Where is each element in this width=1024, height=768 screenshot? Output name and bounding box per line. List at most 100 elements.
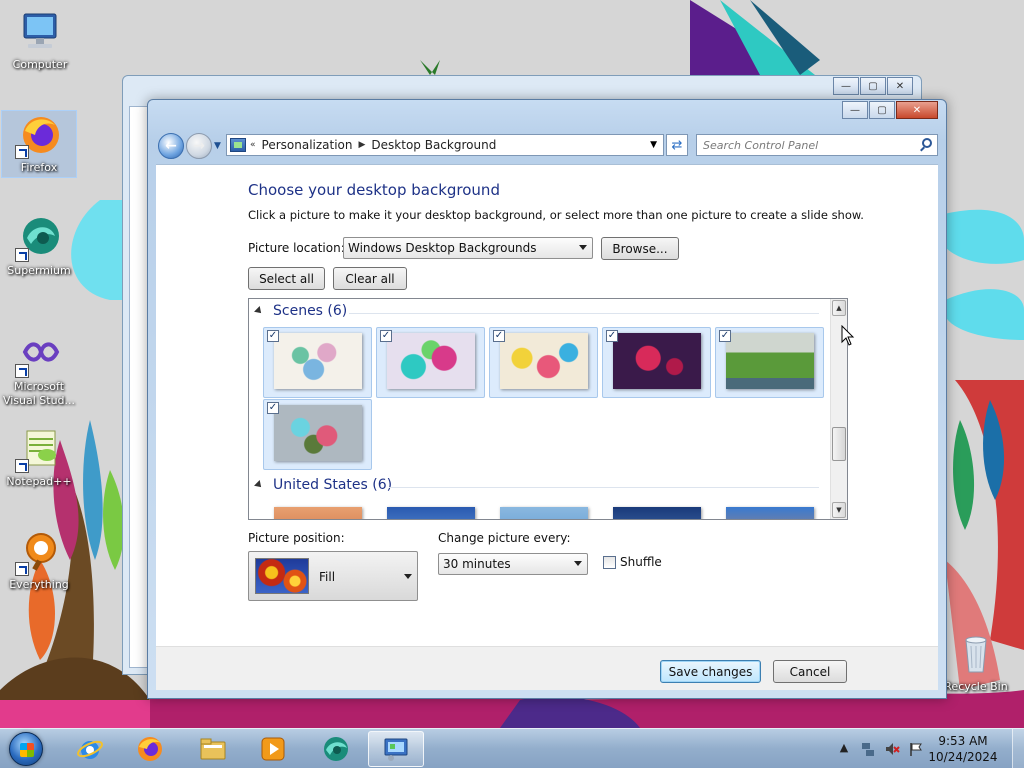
select-checkbox[interactable]: ✓ bbox=[493, 330, 505, 342]
select-checkbox[interactable]: ✓ bbox=[267, 330, 279, 342]
desktop-background-window[interactable]: — ▢ ✕ ← → ▼ « Personalization ▶ Desktop … bbox=[147, 99, 947, 699]
desktop-icon-supermium[interactable]: Supermium bbox=[1, 214, 77, 278]
clock-time: 9:53 AM bbox=[938, 734, 988, 748]
desktop-icon-recycle-bin[interactable]: Recycle Bin bbox=[938, 630, 1014, 694]
wallpaper-thumbnail[interactable] bbox=[715, 501, 824, 519]
checkbox-box[interactable] bbox=[603, 555, 616, 569]
recent-pages-dropdown[interactable]: ▼ bbox=[214, 141, 221, 151]
group-header-scenes[interactable]: Scenes (6) bbox=[254, 303, 347, 319]
collapse-icon[interactable] bbox=[254, 306, 264, 316]
breadcrumb-personalization[interactable]: Personalization bbox=[262, 138, 353, 152]
wallpaper-thumbnail[interactable] bbox=[489, 501, 598, 519]
group-header-united-states[interactable]: United States (6) bbox=[254, 477, 393, 493]
shuffle-checkbox[interactable]: Shuffle bbox=[603, 555, 662, 569]
picture-location-dropdown[interactable]: Windows Desktop Backgrounds bbox=[343, 237, 593, 259]
mouse-cursor-icon bbox=[841, 325, 855, 346]
thumbnail-image bbox=[726, 507, 814, 519]
breadcrumb-separator[interactable]: ▶ bbox=[359, 140, 366, 150]
forward-button[interactable]: → bbox=[186, 133, 212, 159]
select-checkbox[interactable]: ✓ bbox=[267, 402, 279, 414]
desktop-icon-firefox[interactable]: Firefox bbox=[1, 110, 77, 178]
wallpaper-thumbnail[interactable]: ✓ bbox=[263, 327, 372, 398]
change-picture-dropdown[interactable]: 30 minutes bbox=[438, 553, 588, 575]
scroll-up-button[interactable]: ▲ bbox=[832, 300, 846, 316]
select-checkbox[interactable]: ✓ bbox=[380, 330, 392, 342]
maximize-button[interactable]: ▢ bbox=[860, 77, 886, 95]
search-icon[interactable] bbox=[922, 138, 932, 148]
firefox-icon bbox=[138, 737, 162, 761]
picture-position-dropdown[interactable]: Fill bbox=[248, 551, 418, 601]
select-checkbox[interactable]: ✓ bbox=[719, 330, 731, 342]
desktop-icon-everything[interactable]: Everything bbox=[1, 528, 77, 592]
control-panel-icon bbox=[384, 738, 408, 761]
change-picture-label: Change picture every: bbox=[438, 531, 571, 545]
scrollbar-thumb[interactable] bbox=[832, 427, 846, 461]
show-desktop-button[interactable] bbox=[1012, 729, 1024, 768]
breadcrumb-overflow[interactable]: « bbox=[250, 140, 256, 150]
media-player-icon bbox=[261, 737, 285, 761]
clear-all-button[interactable]: Clear all bbox=[333, 267, 407, 290]
chevron-down-icon bbox=[404, 574, 412, 579]
save-changes-button[interactable]: Save changes bbox=[660, 660, 761, 683]
taskbar-item-firefox[interactable] bbox=[122, 731, 178, 767]
wallpaper-thumbnail[interactable]: ✓ bbox=[263, 399, 372, 470]
picture-position-label: Picture position: bbox=[248, 531, 345, 545]
refresh-button[interactable]: ⇄ bbox=[666, 134, 688, 156]
clock[interactable]: 9:53 AM 10/24/2024 bbox=[928, 733, 998, 765]
taskbar-item-internet-explorer[interactable] bbox=[62, 731, 118, 767]
minimize-button[interactable]: — bbox=[842, 101, 868, 119]
start-button[interactable] bbox=[4, 729, 48, 768]
thumbnail-image bbox=[613, 333, 701, 389]
picture-list[interactable]: Scenes (6) ✓ ✓ ✓ ✓ ✓ ✓ United States (6)… bbox=[248, 298, 848, 520]
address-bar[interactable]: « Personalization ▶ Desktop Background ▼ bbox=[226, 134, 664, 156]
forward-arrow-icon: → bbox=[193, 138, 205, 154]
page-description: Click a picture to make it your desktop … bbox=[248, 208, 864, 222]
browse-button[interactable]: Browse... bbox=[601, 237, 679, 260]
computer-icon bbox=[16, 8, 64, 56]
scroll-down-button[interactable]: ▼ bbox=[832, 502, 846, 518]
navigation-bar: ← → ▼ « Personalization ▶ Desktop Backgr… bbox=[156, 133, 938, 159]
desktop-icon-computer[interactable]: Computer bbox=[2, 8, 78, 72]
desktop-icon-visual-studio[interactable]: Microsoft Visual Stud... bbox=[1, 330, 77, 408]
search-input[interactable] bbox=[703, 138, 913, 152]
notepadpp-icon bbox=[15, 425, 63, 473]
taskbar-item-supermium[interactable] bbox=[308, 731, 364, 767]
desktop-icon-notepadpp[interactable]: Notepad++ bbox=[1, 425, 77, 489]
thumbnail-image bbox=[274, 405, 362, 461]
taskbar-item-control-panel[interactable] bbox=[368, 731, 424, 767]
wallpaper-thumbnail[interactable]: ✓ bbox=[376, 327, 485, 398]
wallpaper-thumbnail[interactable] bbox=[263, 501, 372, 519]
network-icon[interactable] bbox=[860, 741, 876, 757]
thumbnail-image bbox=[387, 507, 475, 519]
breadcrumb-desktop-background[interactable]: Desktop Background bbox=[371, 138, 496, 152]
taskbar-item-file-explorer[interactable] bbox=[185, 731, 241, 767]
wallpaper-thumbnail[interactable] bbox=[602, 501, 711, 519]
wallpaper-thumbnail[interactable]: ✓ bbox=[489, 327, 598, 398]
maximize-button[interactable]: ▢ bbox=[869, 101, 895, 119]
close-button[interactable]: ✕ bbox=[887, 77, 913, 95]
search-box[interactable] bbox=[696, 134, 938, 156]
collapse-icon[interactable] bbox=[254, 480, 264, 490]
back-button[interactable]: ← bbox=[158, 133, 184, 159]
address-dropdown-icon[interactable]: ▼ bbox=[650, 140, 657, 150]
picture-location-value: Windows Desktop Backgrounds bbox=[348, 241, 537, 255]
supermium-icon bbox=[15, 214, 63, 262]
firefox-icon bbox=[15, 111, 63, 159]
wallpaper-thumbnail[interactable]: ✓ bbox=[602, 327, 711, 398]
select-all-button[interactable]: Select all bbox=[248, 267, 325, 290]
cancel-button[interactable]: Cancel bbox=[773, 660, 847, 683]
volume-muted-icon[interactable] bbox=[884, 741, 900, 757]
control-panel-icon bbox=[230, 138, 246, 152]
action-center-flag-icon[interactable] bbox=[908, 741, 924, 757]
group-divider bbox=[389, 487, 819, 488]
minimize-button[interactable]: — bbox=[833, 77, 859, 95]
taskbar-item-media-player[interactable] bbox=[245, 731, 301, 767]
wallpaper-thumbnail[interactable]: ✓ bbox=[715, 327, 824, 398]
desktop: Computer Firefox Supermium Microsoft Vis… bbox=[0, 0, 1024, 728]
show-hidden-icons-icon[interactable]: ▲ bbox=[836, 741, 852, 757]
content-area: Choose your desktop background Click a p… bbox=[156, 164, 938, 646]
wallpaper-thumbnail[interactable] bbox=[376, 501, 485, 519]
select-checkbox[interactable]: ✓ bbox=[606, 330, 618, 342]
group-title: United States (6) bbox=[273, 477, 393, 493]
close-button[interactable]: ✕ bbox=[896, 101, 938, 119]
